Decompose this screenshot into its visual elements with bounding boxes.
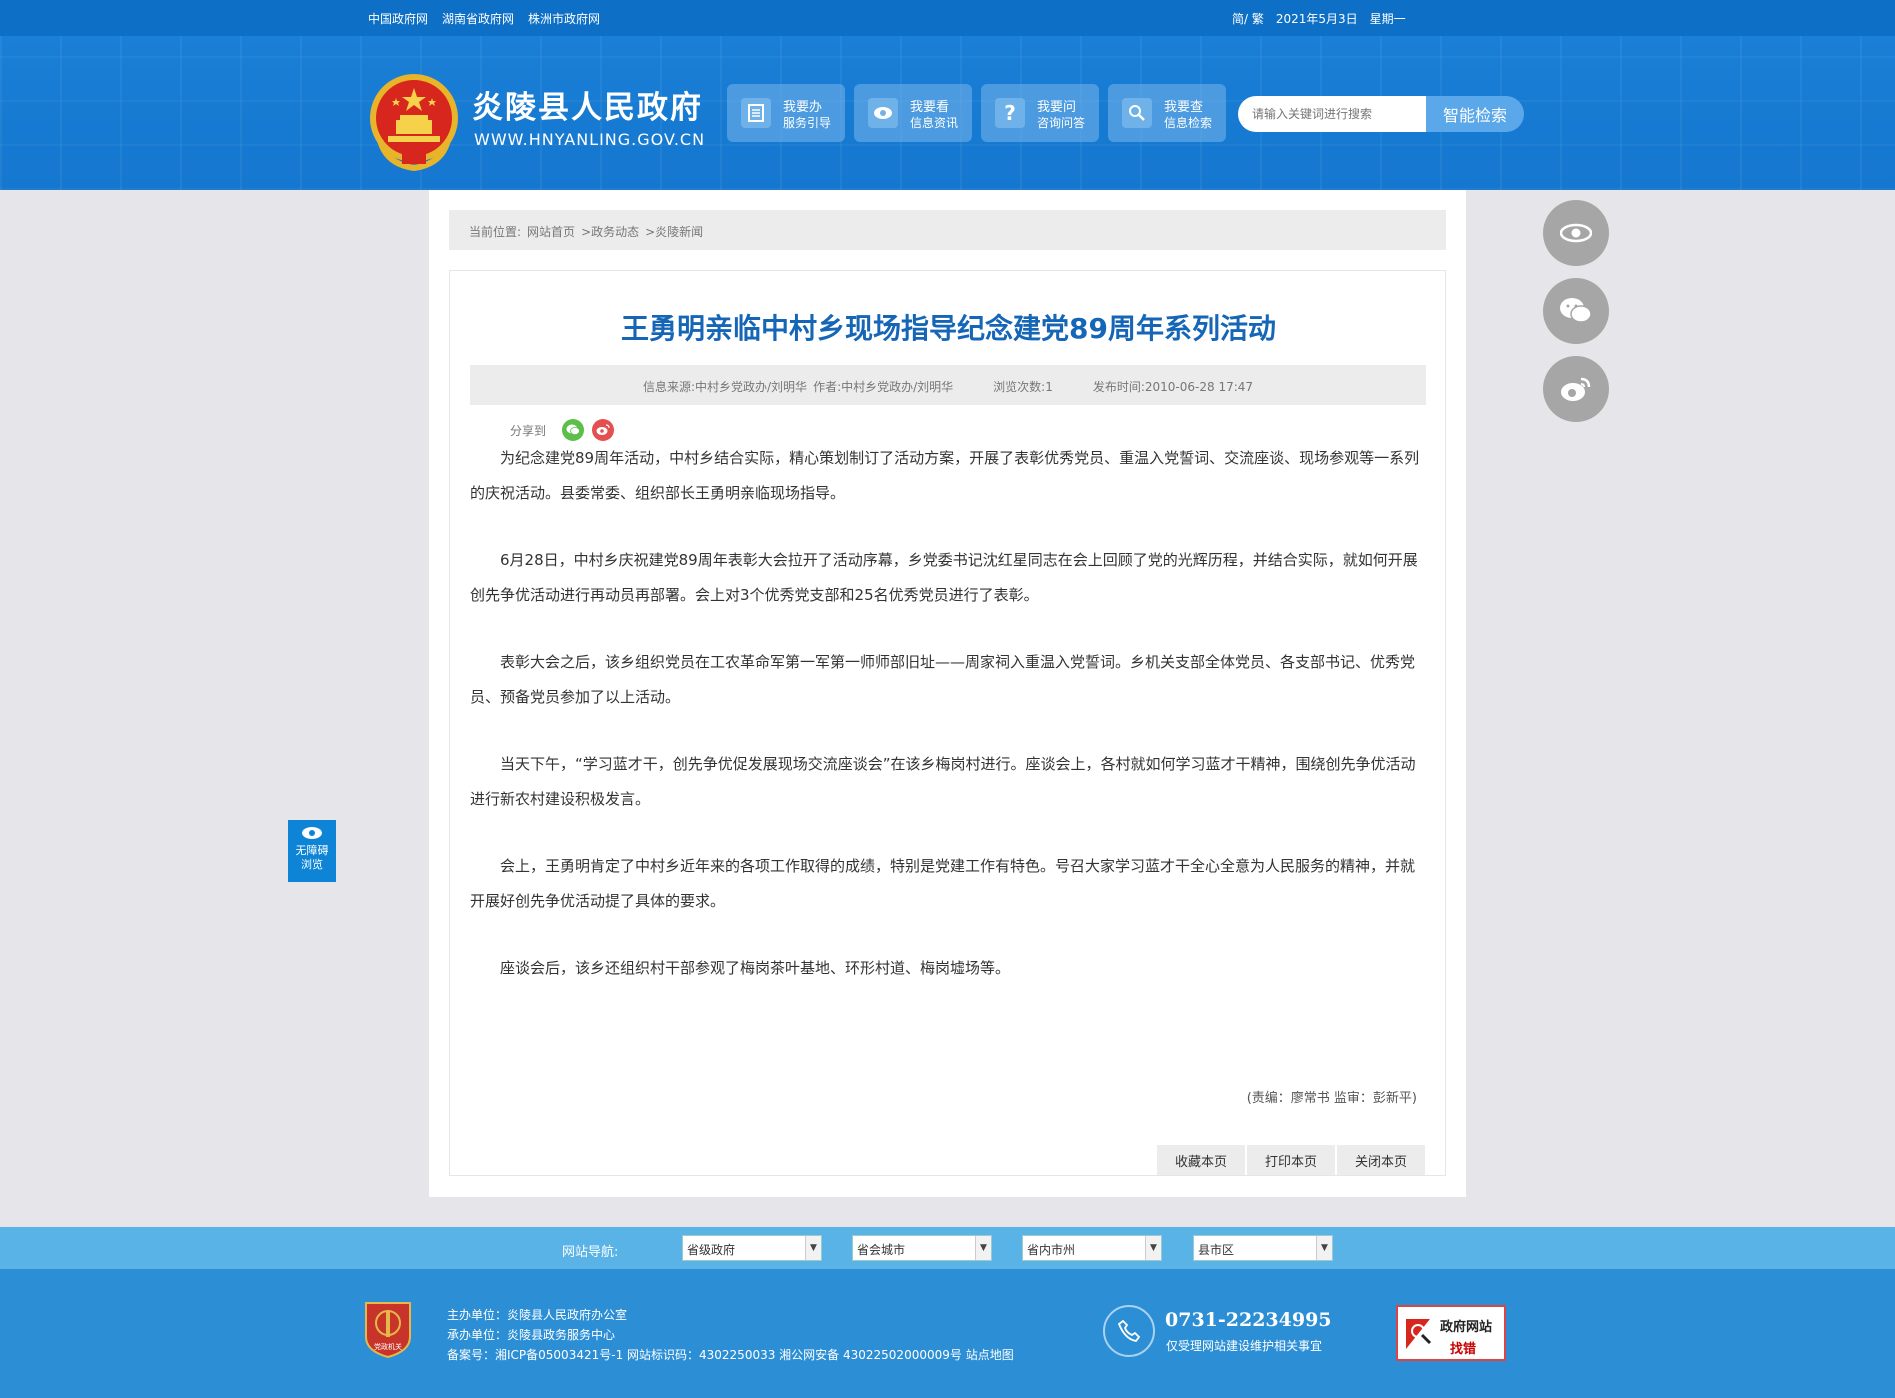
error-report-sub: 找错	[1450, 1342, 1477, 1357]
share-label: 分享到	[510, 423, 547, 438]
accessibility-label-2: 浏览	[301, 858, 323, 871]
select-value: 县市区	[1198, 1243, 1235, 1257]
site-header: 炎陵县人民政府 WWW.HNYANLING.GOV.CN 我要办 服务引导 我要…	[0, 36, 1895, 190]
select-provincial-gov[interactable]: 省级政府 ▼	[682, 1235, 822, 1261]
document-icon	[741, 98, 771, 128]
select-value: 省内市州	[1027, 1243, 1076, 1257]
quick-link-service[interactable]: 我要办 服务引导	[727, 84, 845, 142]
search-button[interactable]: 智能检索	[1426, 96, 1524, 132]
eye-icon	[868, 98, 898, 128]
footer-record: 备案号：湘ICP备05003421号-1 网站标识码：4302250033 湘公…	[447, 1348, 1014, 1362]
national-emblem-icon	[370, 74, 458, 172]
article-paragraph: 会上，王勇明肯定了中村乡近年来的各项工作取得的成绩，特别是党建工作有特色。号召大…	[470, 857, 1416, 910]
wechat-share-icon[interactable]	[562, 419, 585, 441]
close-page-button[interactable]: 关闭本页	[1337, 1145, 1425, 1175]
eye-icon	[1560, 223, 1592, 243]
meta-views: 浏览次数:1	[993, 380, 1053, 394]
quick-link-search[interactable]: 我要查 信息检索	[1108, 84, 1226, 142]
quick-link-title: 我要办	[783, 100, 823, 115]
article-editor: (责编：廖常书 监审：彭新平)	[1246, 1091, 1417, 1106]
footer-phone-note: 仅受理网站建设维护相关事宜	[1166, 1339, 1323, 1353]
accessibility-label: 无障碍	[295, 844, 329, 857]
bookmark-button[interactable]: 收藏本页	[1157, 1145, 1245, 1175]
breadcrumb: 当前位置: 网站首页 >政务动态 >炎陵新闻	[449, 210, 1446, 250]
error-report-icon	[1406, 1319, 1432, 1349]
footer-organizer: 承办单位：炎陵县政务服务中心	[447, 1328, 616, 1342]
share-bar: 分享到	[510, 419, 615, 441]
footer-phone: 0731-22234995	[1165, 1309, 1332, 1331]
top-bar: 中国政府网 湖南省政府网 株洲市政府网 简/ 繁 2021年5月3日 星期一	[0, 0, 1895, 36]
chevron-down-icon: ▼	[1145, 1236, 1161, 1260]
question-icon: ?	[995, 98, 1025, 128]
quick-link-info[interactable]: 我要看 信息资讯	[854, 84, 972, 142]
party-gov-badge-icon[interactable]: 党政机关	[362, 1299, 414, 1359]
error-report-title: 政府网站	[1440, 1320, 1493, 1335]
chevron-down-icon: ▼	[1316, 1236, 1332, 1260]
top-link-hunan-gov[interactable]: 湖南省政府网	[442, 10, 514, 27]
top-links: 中国政府网 湖南省政府网 株洲市政府网	[368, 10, 600, 27]
select-capital-cities[interactable]: 省会城市 ▼	[852, 1235, 992, 1261]
breadcrumb-home[interactable]: 网站首页	[527, 223, 575, 250]
current-weekday: 星期一	[1369, 12, 1406, 26]
weibo-share-icon[interactable]	[592, 419, 615, 441]
breadcrumb-gov-news[interactable]: >政务动态	[581, 223, 639, 250]
site-url: WWW.HNYANLING.GOV.CN	[474, 130, 706, 149]
article-paragraph: 表彰大会之后，该乡组织党员在工农革命军第一军第一师师部旧址——周家祠入重温入党誓…	[470, 653, 1416, 706]
select-counties[interactable]: 县市区 ▼	[1193, 1235, 1333, 1261]
footer-nav-label: 网站导航:	[562, 1245, 619, 1260]
top-link-zhuzhou-gov[interactable]: 株洲市政府网	[528, 10, 600, 27]
top-link-central-gov[interactable]: 中国政府网	[368, 10, 428, 27]
article-meta: 信息来源:中村乡党政办/刘明华 作者:中村乡党政办/刘明华 浏览次数:1 发布时…	[470, 365, 1426, 405]
search-input[interactable]	[1238, 96, 1426, 132]
select-prefectures[interactable]: 省内市州 ▼	[1022, 1235, 1162, 1261]
search-icon	[1122, 98, 1152, 128]
article-paragraph: 6月28日，中村乡庆祝建党89周年表彰大会拉开了活动序幕，乡党委书记沈红星同志在…	[470, 551, 1418, 604]
top-right: 简/ 繁 2021年5月3日 星期一	[1232, 10, 1406, 27]
weibo-icon	[1561, 377, 1591, 401]
meta-source: 信息来源:中村乡党政办/刘明华	[642, 380, 808, 394]
accessibility-button[interactable]: 无障碍 浏览	[288, 820, 336, 882]
chevron-down-icon: ▼	[975, 1236, 991, 1260]
quick-link-sub: 信息检索	[1164, 116, 1213, 130]
quick-link-ask[interactable]: ? 我要问 咨询问答	[981, 84, 1099, 142]
article-body: 为纪念建党89周年活动，中村乡结合实际，精心策划制订了活动方案，开展了表彰优秀党…	[470, 441, 1426, 1018]
quick-link-title: 我要查	[1164, 100, 1204, 115]
article: 王勇明亲临中村乡现场指导纪念建党89周年系列活动 信息来源:中村乡党政办/刘明华…	[449, 270, 1446, 1176]
phone-icon	[1103, 1305, 1155, 1357]
breadcrumb-label: 当前位置:	[469, 225, 522, 239]
print-button[interactable]: 打印本页	[1247, 1145, 1335, 1175]
article-title: 王勇明亲临中村乡现场指导纪念建党89周年系列活动	[621, 312, 1276, 345]
quick-link-sub: 咨询问答	[1037, 116, 1086, 130]
article-actions: 收藏本页 打印本页 关闭本页	[1157, 1145, 1425, 1175]
eye-icon	[302, 827, 322, 839]
side-eye-button[interactable]	[1543, 200, 1609, 266]
current-date: 2021年5月3日	[1275, 12, 1358, 26]
article-paragraph: 当天下午，“学习蓝才干，创先争优促发展现场交流座谈会”在该乡梅岗村进行。座谈会上…	[470, 755, 1416, 808]
quick-link-title: 我要看	[910, 100, 950, 115]
article-paragraph: 为纪念建党89周年活动，中村乡结合实际，精心策划制订了活动方案，开展了表彰优秀党…	[470, 449, 1420, 502]
badge-text: 党政机关	[374, 1342, 402, 1351]
language-toggle[interactable]: 简/ 繁	[1232, 10, 1264, 27]
footer-host: 主办单位：炎陵县人民政府办公室	[447, 1308, 628, 1322]
meta-published: 发布时间:2010-06-28 17:47	[1092, 380, 1254, 394]
select-value: 省级政府	[687, 1243, 736, 1257]
footer-nav: 网站导航: 省级政府 ▼ 省会城市 ▼ 省内市州 ▼ 县市区 ▼	[0, 1227, 1895, 1269]
quick-link-sub: 服务引导	[783, 116, 832, 130]
breadcrumb-yanling-news[interactable]: >炎陵新闻	[645, 223, 703, 250]
article-paragraph: 座谈会后，该乡还组织村干部参观了梅岗茶叶基地、环形村道、梅岗墟场等。	[500, 959, 1011, 977]
quick-link-sub: 信息资讯	[910, 116, 959, 130]
side-wechat-button[interactable]	[1543, 278, 1609, 344]
side-weibo-button[interactable]	[1543, 356, 1609, 422]
select-value: 省会城市	[857, 1243, 906, 1257]
quick-link-title: 我要问	[1037, 100, 1077, 115]
site-name: 炎陵县人民政府	[472, 90, 703, 126]
footer-info: 主办单位：炎陵县人民政府办公室 承办单位：炎陵县政务服务中心 备案号：湘ICP备…	[447, 1305, 1014, 1365]
site-footer: 党政机关 主办单位：炎陵县人民政府办公室 承办单位：炎陵县政务服务中心 备案号：…	[0, 1269, 1895, 1398]
gov-site-error-report[interactable]: 政府网站 找错	[1396, 1305, 1506, 1361]
meta-author: 作者:中村乡党政办/刘明华	[813, 380, 954, 394]
chevron-down-icon: ▼	[805, 1236, 821, 1260]
main-panel: 当前位置: 网站首页 >政务动态 >炎陵新闻 王勇明亲临中村乡现场指导纪念建党8…	[429, 190, 1466, 1197]
wechat-icon	[1560, 298, 1592, 323]
